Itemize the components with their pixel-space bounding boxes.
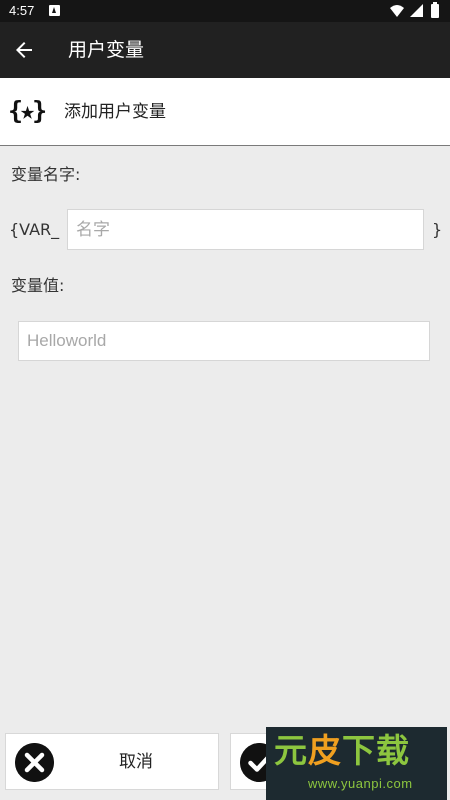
wifi-icon: [390, 5, 404, 17]
dialog-header: {★} 添加用户变量: [0, 78, 450, 146]
cancel-button[interactable]: 取消: [5, 733, 219, 790]
cancel-button-label: 取消: [119, 752, 153, 772]
watermark-brand: 元皮下载: [274, 731, 410, 770]
status-time: 4:57: [9, 3, 35, 18]
app-bar: 用户变量: [0, 22, 450, 78]
variable-name-label: 变量名字:: [11, 165, 81, 184]
variable-value-input[interactable]: [18, 321, 430, 361]
variable-name-input[interactable]: [67, 209, 424, 250]
back-arrow-icon[interactable]: [12, 38, 36, 62]
variable-name-suffix: }: [432, 220, 443, 239]
notification-icon: [49, 5, 60, 16]
variable-icon: {★}: [8, 96, 47, 125]
watermark-url: www.yuanpi.com: [308, 776, 413, 791]
dialog-title: 添加用户变量: [64, 102, 166, 122]
battery-icon: [431, 2, 439, 18]
signal-icon: [410, 4, 423, 17]
status-bar: 4:57: [0, 0, 450, 22]
app-bar-title: 用户变量: [68, 39, 145, 61]
variable-value-label: 变量值:: [11, 276, 65, 295]
watermark-logo: 元皮下载 www.yuanpi.com: [266, 727, 447, 800]
cancel-icon: [15, 743, 54, 782]
variable-name-prefix: {VAR_: [9, 220, 60, 239]
